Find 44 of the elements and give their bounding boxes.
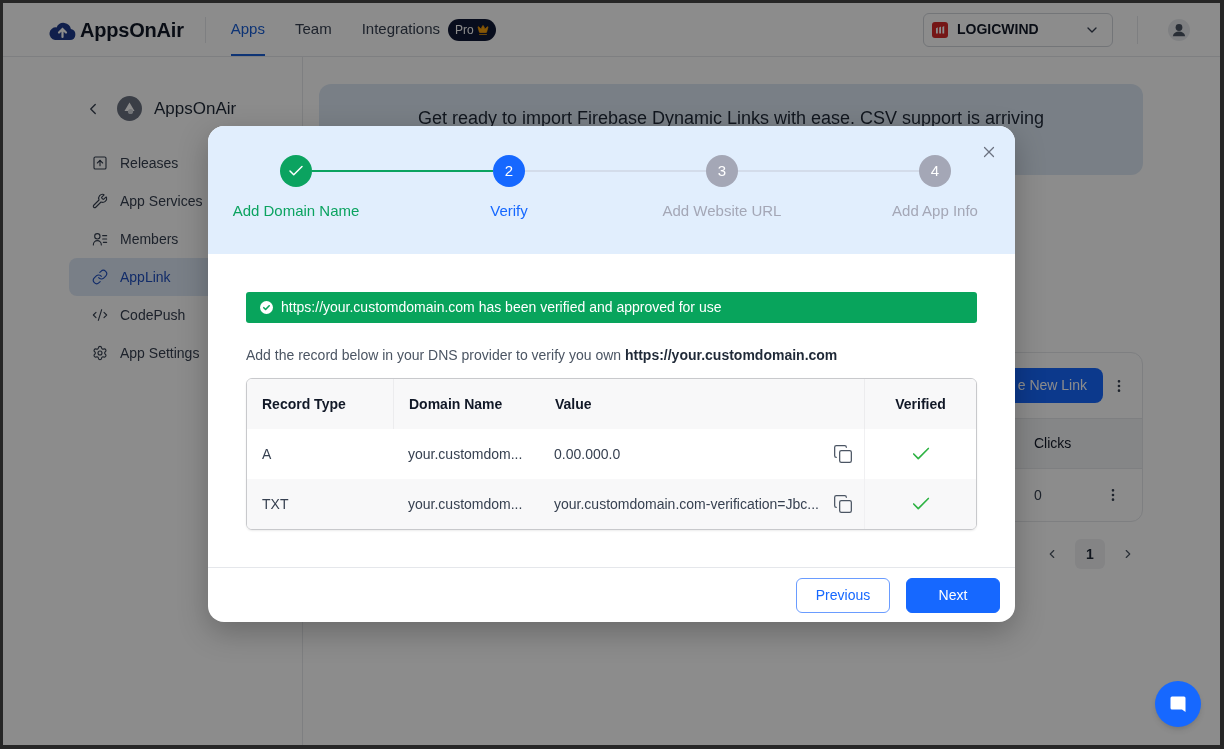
create-link-button[interactable]: e New Link: [1015, 368, 1103, 403]
sidebar-item[interactable]: Members: [69, 220, 289, 258]
check-circle-icon: [260, 301, 273, 314]
step-number: 3: [706, 155, 738, 187]
workspace-dropdown[interactable]: LOGICWIND: [923, 12, 1113, 47]
user-avatar-icon[interactable]: [1168, 18, 1190, 41]
link-icon: [92, 269, 108, 285]
table-cell-text: your.customdom...: [407, 494, 524, 514]
step-number: 4: [919, 155, 951, 187]
speech-bubble-icon: [1168, 694, 1188, 714]
table-cell-text: A: [261, 444, 273, 464]
copy-icon[interactable]: [833, 444, 853, 464]
value-text: your.customdomain.com-verification=Jbc...: [554, 494, 819, 514]
previous-button[interactable]: Previous: [796, 577, 890, 613]
nav-tab[interactable]: Team: [294, 3, 332, 56]
step-label[interactable]: Verify: [490, 201, 528, 221]
column-header: Clicks: [1033, 434, 1073, 453]
table-cell-text: TXT: [261, 494, 290, 514]
alert-message: https://your.customdomain.com has been verified and approved for use: [281, 298, 722, 317]
step-number: 2: [493, 155, 525, 187]
app-logo-icon: [117, 96, 142, 121]
upload-box-icon: [92, 155, 108, 171]
settings-icon: [92, 345, 108, 361]
page-button[interactable]: 1: [1075, 539, 1105, 569]
column-header: Verified: [894, 394, 947, 414]
wrench-icon: [92, 193, 108, 209]
next-button[interactable]: Next: [906, 577, 1000, 613]
app-name: AppsOnAir: [154, 97, 237, 120]
table-cell-text: 0: [1034, 485, 1042, 505]
code-icon: [92, 307, 108, 323]
nav-tab[interactable]: Integrations Pro: [361, 3, 496, 56]
logo-text: AppsOnAir: [80, 17, 184, 43]
step-label[interactable]: Add Domain Name: [232, 201, 360, 221]
copy-icon[interactable]: [833, 494, 853, 514]
person-list-icon: [92, 231, 108, 247]
workspace-logo-icon: [932, 21, 948, 38]
instruction-text: Add the record below in your DNS provider to verify you own https://your.customdomain.com: [246, 346, 839, 365]
column-header: Domain Name: [408, 394, 504, 414]
pro-label: Pro: [455, 21, 474, 39]
crown-icon: [476, 23, 489, 36]
value-text: 0.00.000.0: [554, 444, 621, 464]
sidebar-item[interactable]: Releases: [69, 144, 289, 182]
banner-text: Get ready to import Firebase Dynamic Links with ease. CSV support is arriving: [417, 107, 1045, 130]
table-cell-text: your.customdom...: [407, 444, 524, 464]
